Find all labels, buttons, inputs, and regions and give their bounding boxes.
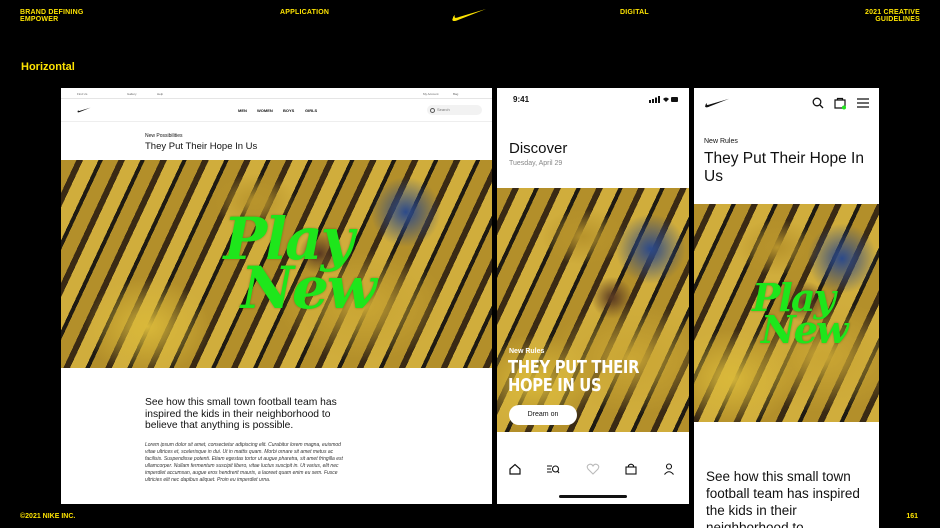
search-input[interactable]: Search	[427, 105, 482, 115]
header-creative-guidelines: 2021 CREATIVE GUIDELINES	[865, 9, 920, 23]
util-link[interactable]: Bag	[453, 92, 458, 96]
screen-date: Tuesday, April 29	[509, 160, 563, 167]
nav-item-girls[interactable]: GIRLS	[305, 108, 317, 113]
bag-icon[interactable]	[624, 462, 638, 476]
util-link[interactable]: Help	[157, 92, 163, 96]
util-link[interactable]: Find Us	[77, 92, 87, 96]
heart-icon[interactable]	[586, 462, 600, 476]
mobile-web-mockup: New Rules They Put Their Hope In Us Play…	[694, 88, 879, 528]
search-icon	[430, 108, 435, 113]
story-eyebrow: New Rules	[704, 138, 738, 145]
footer-copyright: ©2021 NIKE INC.	[20, 513, 76, 520]
nike-logo-icon[interactable]	[77, 107, 91, 113]
home-icon[interactable]	[508, 462, 522, 476]
nav-item-boys[interactable]: BOYS	[283, 108, 294, 113]
header-digital: DIGITAL	[620, 9, 649, 16]
nike-logo-icon[interactable]	[704, 98, 730, 108]
hero-image: Play New	[61, 160, 492, 368]
desktop-nav: MEN WOMEN BOYS GIRLS Search	[61, 99, 492, 122]
util-link[interactable]: My Account	[423, 92, 439, 96]
story-title: They Put Their Hope In Us	[145, 141, 258, 152]
search-placeholder: Search	[437, 107, 450, 112]
hero-overlay-text: Play New	[223, 205, 376, 323]
story-headline: See how this small town football team ha…	[145, 397, 337, 431]
desktop-mockup: Find Us Gallery Help My Account Bag MEN …	[61, 88, 492, 504]
header-brand-defining: BRAND DEFINING EMPOWER	[20, 9, 84, 23]
dream-on-button[interactable]: Dream on	[509, 405, 577, 425]
menu-icon[interactable]	[856, 96, 870, 110]
hero-overlay-text: Play New	[751, 275, 849, 353]
utility-bar: Find Us Gallery Help My Account Bag	[61, 88, 492, 99]
search-icon[interactable]	[546, 462, 560, 476]
nav-item-men[interactable]: MEN	[238, 108, 247, 113]
nike-swoosh-logo	[452, 9, 486, 22]
bag-icon[interactable]	[833, 96, 847, 110]
status-time: 9:41	[513, 95, 530, 104]
status-icons	[649, 96, 678, 103]
story-title: They Put Their Hope In Us	[704, 150, 864, 185]
story-headline: See how this small town football team ha…	[706, 469, 860, 528]
screen-title: Discover	[509, 140, 568, 157]
card-title: THEY PUT THEIR HOPE IN US	[508, 357, 640, 396]
page-number: 161	[906, 513, 918, 520]
header-application: APPLICATION	[280, 9, 330, 16]
util-link[interactable]: Gallery	[127, 92, 137, 96]
phone-app-mockup: 9:41 Discover Tuesday, April 29 New Rule…	[497, 88, 689, 504]
profile-icon[interactable]	[663, 462, 677, 476]
home-indicator	[559, 495, 627, 498]
story-eyebrow: New Possibilities	[145, 133, 183, 139]
story-body: Lorem ipsum dolor sit amet, consectetur …	[145, 442, 343, 483]
nav-item-women[interactable]: WOMEN	[257, 108, 273, 113]
hero-image: Play New	[694, 204, 879, 422]
tab-bar	[497, 456, 689, 484]
search-icon[interactable]	[811, 96, 825, 110]
section-label: Horizontal	[21, 61, 75, 73]
card-eyebrow: New Rules	[509, 348, 545, 355]
